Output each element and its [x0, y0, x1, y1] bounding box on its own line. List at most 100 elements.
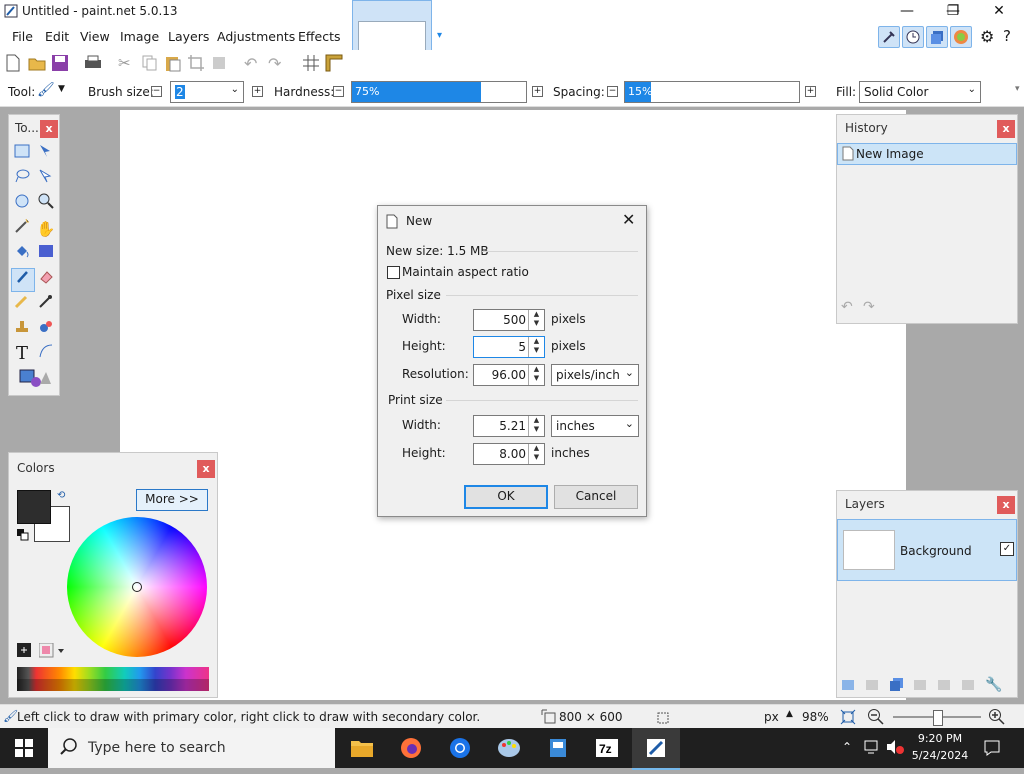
paintnet-taskbar-icon[interactable] [632, 728, 680, 770]
merge-layer-icon[interactable] [913, 677, 929, 696]
palette-dark-row[interactable] [17, 679, 209, 691]
move-selection-icon[interactable] [35, 168, 57, 190]
spacing-increase-icon[interactable]: + [805, 86, 816, 97]
close-window-button[interactable]: ✕ [976, 0, 1022, 24]
ok-button[interactable]: OK [464, 485, 548, 509]
cancel-button[interactable]: Cancel [554, 485, 638, 509]
move-layer-up-icon[interactable] [937, 677, 953, 696]
duplicate-layer-icon[interactable] [889, 677, 905, 696]
settings-gear-icon[interactable]: ⚙ [980, 27, 994, 46]
maintain-aspect-checkbox[interactable] [387, 266, 400, 279]
hardness-slider[interactable]: 75% [351, 81, 527, 103]
taskbar-search-box[interactable]: Type here to search [48, 728, 335, 768]
tools-toggle-icon[interactable] [878, 26, 900, 48]
chevron-down-icon[interactable]: ⌄ [625, 366, 634, 379]
clock-date[interactable]: 5/24/2024 [910, 749, 970, 762]
swap-colors-icon[interactable]: ⟲ [57, 490, 65, 501]
fill-combo[interactable]: Solid Color ⌄ [859, 81, 981, 103]
eraser-icon[interactable] [35, 268, 57, 290]
deselect-icon[interactable] [210, 54, 228, 75]
dialog-close-button[interactable]: ✕ [622, 210, 635, 229]
7zip-icon[interactable]: 7z [583, 728, 631, 768]
resolution-unit-select[interactable]: pixels/inch ⌄ [551, 364, 639, 386]
resolution-input[interactable]: 96.00 ▲ ▼ [473, 364, 545, 386]
magic-wand-icon[interactable] [11, 218, 33, 240]
paint-bucket-icon[interactable] [11, 243, 33, 265]
menu-view[interactable]: View [80, 29, 110, 44]
volume-muted-icon[interactable] [885, 739, 905, 758]
pan-hand-icon[interactable]: ✋ [35, 218, 57, 240]
zoom-fit-icon[interactable] [840, 709, 856, 728]
print-height-input[interactable]: 8.00 ▲ ▼ [473, 443, 545, 465]
reset-colors-icon[interactable] [17, 529, 29, 544]
tray-chevron-up-icon[interactable]: ⌃ [842, 740, 852, 754]
brush-size-increase-icon[interactable]: + [252, 86, 263, 97]
height-spinner[interactable]: ▲ ▼ [528, 337, 544, 357]
history-redo-icon[interactable]: ↷ [863, 299, 875, 315]
menu-file[interactable]: File [12, 29, 33, 44]
chevron-down-icon[interactable]: ⌄ [231, 84, 239, 95]
rectangle-select-icon[interactable] [11, 143, 33, 165]
move-selected-icon[interactable] [35, 143, 57, 165]
unit-selector[interactable]: px [764, 710, 779, 724]
text-tool-icon[interactable]: T [11, 343, 33, 365]
resolution-spinner[interactable]: ▲ ▼ [528, 365, 544, 385]
history-toggle-icon[interactable] [902, 26, 924, 48]
ruler-icon[interactable] [325, 54, 343, 75]
hardness-increase-icon[interactable]: + [532, 86, 543, 97]
clone-stamp-icon[interactable] [11, 318, 33, 340]
print-icon[interactable] [84, 54, 102, 75]
spacing-decrease-icon[interactable]: − [607, 86, 618, 97]
print-height-spinner[interactable]: ▲ ▼ [528, 444, 544, 464]
minimize-window-button[interactable]: — [884, 0, 930, 24]
menu-effects[interactable]: Effects [298, 29, 341, 44]
paint-palette-icon[interactable] [485, 728, 533, 768]
tool-dropdown-arrow-icon[interactable]: ▼ [58, 84, 65, 94]
color-wheel[interactable] [67, 517, 207, 657]
help-icon[interactable]: ? [1003, 27, 1011, 45]
open-folder-icon[interactable] [28, 54, 46, 75]
restore-button[interactable]: ❐ [930, 0, 976, 24]
width-input[interactable]: 500 ▲ ▼ [473, 309, 545, 331]
layer-row[interactable]: Background ✓ [837, 519, 1017, 581]
chrome-icon[interactable] [436, 728, 484, 768]
brush-size-value[interactable]: 2 [175, 85, 185, 99]
copy-icon[interactable] [141, 54, 159, 75]
zoom-tool-icon[interactable] [35, 193, 57, 215]
overflow-icon[interactable]: ▾ [1015, 84, 1020, 94]
width-spinner[interactable]: ▲ ▼ [528, 310, 544, 330]
menu-layers[interactable]: Layers [168, 29, 209, 44]
chevron-down-icon[interactable]: ⌄ [968, 84, 976, 95]
history-item[interactable]: New Image [837, 143, 1017, 165]
colors-panel-close-button[interactable]: x [197, 460, 215, 478]
layers-panel-close-button[interactable]: x [997, 496, 1015, 514]
undo-icon[interactable]: ↶ [244, 54, 257, 73]
print-width-spinner[interactable]: ▲ ▼ [528, 416, 544, 436]
zoom-slider-thumb[interactable] [933, 710, 943, 726]
zoom-level[interactable]: 98% [802, 710, 829, 724]
paintbrush-tool-icon[interactable] [11, 268, 35, 292]
print-unit-select[interactable]: inches ⌄ [551, 415, 639, 437]
layers-toggle-icon[interactable] [926, 26, 948, 48]
add-layer-icon[interactable] [841, 677, 857, 696]
history-panel-close-button[interactable]: x [997, 120, 1015, 138]
height-input[interactable]: 5 ▲ ▼ [473, 336, 545, 358]
resolution-value[interactable]: 96.00 [492, 368, 526, 382]
cut-icon[interactable]: ✂ [118, 54, 131, 72]
zoom-out-icon[interactable] [867, 708, 885, 729]
file-explorer-icon[interactable] [338, 728, 386, 768]
primary-color-swatch[interactable] [17, 490, 51, 524]
windows-start-icon[interactable] [15, 739, 33, 760]
tools-panel-close-button[interactable]: x [40, 120, 58, 138]
menu-adjustments[interactable]: Adjustments [217, 29, 295, 44]
zoom-slider[interactable] [893, 710, 981, 726]
zoom-in-icon[interactable] [988, 708, 1006, 729]
move-layer-down-icon[interactable] [961, 677, 977, 696]
shapes-icon[interactable] [17, 368, 53, 390]
grid-icon[interactable] [302, 54, 320, 75]
color-palette[interactable] [17, 667, 209, 691]
unit-dropdown-icon[interactable]: ▲ [786, 709, 793, 719]
archive-app-icon[interactable] [534, 728, 582, 768]
notifications-icon[interactable] [983, 739, 1001, 760]
layer-properties-wrench-icon[interactable]: 🔧 [985, 677, 1002, 693]
